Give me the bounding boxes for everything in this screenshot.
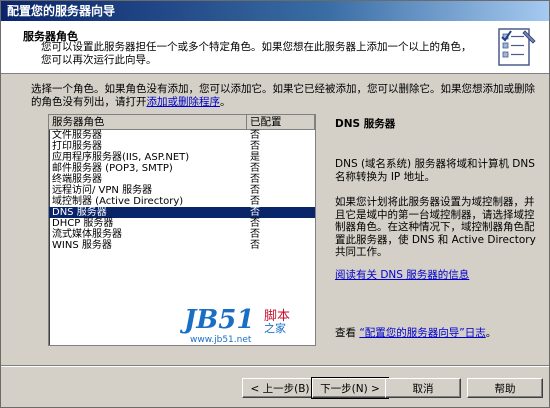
next-button[interactable]: 下一步(N) > — [311, 377, 389, 399]
page-description: 您可以设置此服务器担任一个或多个特定角色。如果您想在此服务器上添加一个以上的角色… — [41, 41, 472, 66]
instruction-body: 选择一个角色。如果角色没有添加，您可以添加它。如果它已经被添加，您可以删除它。如… — [31, 83, 535, 108]
detail-title: DNS 服务器 — [335, 118, 396, 130]
table-row[interactable]: 打印服务器 否 — [49, 141, 315, 152]
role-name: 域控制器 (Active Directory) — [52, 196, 184, 207]
cancel-button[interactable]: 取消 — [385, 378, 461, 398]
role-name: DHCP 服务器 — [52, 218, 114, 229]
role-name: 邮件服务器 (POP3, SMTP) — [52, 163, 173, 174]
role-configured: 否 — [250, 185, 260, 196]
watermark-logo: JB51 — [184, 305, 255, 335]
role-configured: 否 — [250, 130, 260, 141]
table-row[interactable]: 远程访问/ VPN 服务器 否 — [49, 185, 315, 196]
role-configured: 否 — [250, 229, 260, 240]
table-row[interactable]: 应用程序服务器(IIS, ASP.NET) 是 — [49, 152, 315, 163]
role-configured: 否 — [250, 163, 260, 174]
table-row[interactable]: WINS 服务器 否 — [49, 240, 315, 251]
help-button[interactable]: 帮助 — [467, 378, 543, 398]
role-configured: 是 — [250, 152, 260, 163]
title-bar: 配置您的服务器向导 — [1, 1, 549, 21]
table-row[interactable]: DHCP 服务器 否 — [49, 218, 315, 229]
role-name: 远程访问/ VPN 服务器 — [52, 185, 153, 196]
log-suffix: 。 — [485, 327, 497, 339]
back-button[interactable]: < 上一步(B) — [242, 378, 318, 398]
role-name: WINS 服务器 — [52, 240, 112, 251]
column-header-role[interactable]: 服务器角色 — [49, 115, 247, 129]
add-remove-programs-link[interactable]: 添加或删除程序 — [147, 96, 221, 108]
detail-description: DNS (域名系统) 服务器将域和计算机 DNS 名称转换为 IP 地址。 — [335, 158, 535, 183]
table-row[interactable]: 域控制器 (Active Directory) 否 — [49, 196, 315, 207]
role-configured: 否 — [250, 240, 260, 251]
log-prefix: 查看 — [335, 327, 356, 339]
role-configured: 否 — [250, 174, 260, 185]
detail-domain-controller-note: 如果您计划将此服务器设置为域控制器，并且它是域中的第一台域控制器，请选择域控制器… — [335, 196, 536, 258]
table-row[interactable]: 终端服务器 否 — [49, 174, 315, 185]
list-header: 服务器角色 已配置 — [49, 115, 315, 130]
watermark-url: www.jb51.net — [190, 335, 252, 345]
role-name: 文件服务器 — [52, 130, 102, 141]
watermark: JB51 脚本 之家 www.jb51.net — [184, 303, 304, 347]
table-row[interactable]: 邮件服务器 (POP3, SMTP) 否 — [49, 163, 315, 174]
read-about-dns-link-wrap: 阅读有关 DNS 服务器的信息 — [335, 269, 541, 282]
role-configured: 否 — [250, 196, 260, 207]
role-name: DNS 服务器 — [52, 207, 107, 218]
role-name: 终端服务器 — [52, 174, 102, 185]
read-about-dns-link[interactable]: 阅读有关 DNS 服务器的信息 — [335, 269, 469, 281]
wizard-checklist-icon — [498, 28, 536, 66]
role-configured: 否 — [250, 207, 260, 218]
role-name: 打印服务器 — [52, 141, 102, 152]
role-name: 应用程序服务器(IIS, ASP.NET) — [52, 152, 190, 163]
role-configured: 否 — [250, 218, 260, 229]
column-header-configured[interactable]: 已配置 — [247, 115, 315, 129]
table-row[interactable]: DNS 服务器 否 — [49, 207, 315, 218]
wizard-log-line: 查看 “配置您的服务器向导”日志。 — [335, 327, 541, 340]
list-rows: 文件服务器否打印服务器否应用程序服务器(IIS, ASP.NET) 是邮件服务器 … — [49, 130, 315, 251]
role-name: 流式媒体服务器 — [52, 229, 122, 240]
table-row[interactable]: 文件服务器 否 — [49, 130, 315, 141]
button-separator — [1, 365, 549, 367]
watermark-line2: 之家 — [264, 322, 286, 335]
wizard-log-link[interactable]: “配置您的服务器向导”日志 — [359, 327, 485, 339]
window-title: 配置您的服务器向导 — [7, 4, 116, 18]
instruction-suffix: 。 — [220, 96, 231, 108]
instruction-text: 选择一个角色。如果角色没有添加，您可以添加它。如果它已经被添加，您可以删除它。如… — [31, 83, 541, 109]
wizard-window: 配置您的服务器向导 服务器角色 您可以设置此服务器担任一个或多个特定角色。如果您… — [0, 0, 550, 408]
wizard-header: 服务器角色 您可以设置此服务器担任一个或多个特定角色。如果您想在此服务器上添加一… — [1, 21, 549, 74]
role-configured: 否 — [250, 141, 260, 152]
table-row[interactable]: 流式媒体服务器 否 — [49, 229, 315, 240]
